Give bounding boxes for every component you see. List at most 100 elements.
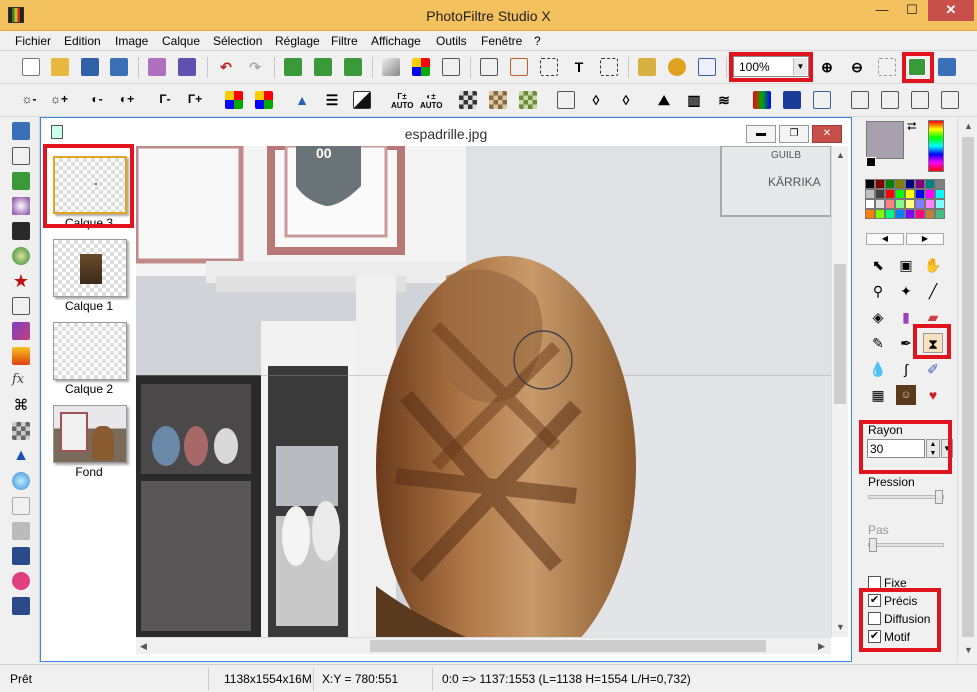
layer-thumb-calque3[interactable] bbox=[53, 156, 127, 214]
purple-gradient-icon[interactable] bbox=[12, 322, 30, 340]
undo-icon[interactable]: ↶ bbox=[217, 59, 235, 77]
fill-tool-icon[interactable]: ◈ bbox=[868, 307, 888, 327]
fit-icon[interactable] bbox=[878, 58, 896, 76]
palette-swatch[interactable] bbox=[865, 199, 875, 209]
palette-swatch[interactable] bbox=[935, 199, 945, 209]
pen-tool-icon[interactable]: ✒ bbox=[896, 333, 916, 353]
vertical-scroll-thumb[interactable] bbox=[834, 264, 846, 404]
script-icon[interactable] bbox=[12, 572, 30, 590]
precis-checkbox[interactable]: ✔ bbox=[868, 594, 881, 607]
layers-stack-icon[interactable] bbox=[881, 91, 899, 109]
text-icon[interactable]: T bbox=[570, 59, 588, 77]
save-icon[interactable] bbox=[81, 58, 99, 76]
copy-image-icon[interactable] bbox=[911, 91, 929, 109]
spray-tool-icon[interactable]: ▮ bbox=[896, 307, 916, 327]
eyedropper-tool-icon[interactable]: ⚲ bbox=[868, 281, 888, 301]
menu-edition[interactable]: Edition bbox=[64, 34, 101, 48]
palette-swatch[interactable] bbox=[905, 189, 915, 199]
emboss-icon[interactable]: ⛰ bbox=[655, 92, 673, 110]
menu-calque[interactable]: Calque bbox=[162, 34, 200, 48]
star-icon[interactable]: ★ bbox=[12, 272, 30, 290]
wave-icon[interactable]: ≋ bbox=[715, 92, 733, 110]
eraser-tool-icon[interactable]: ▰ bbox=[923, 307, 943, 327]
palette-swatch[interactable] bbox=[895, 189, 905, 199]
book-icon[interactable] bbox=[851, 91, 869, 109]
calculator-icon[interactable] bbox=[12, 122, 30, 140]
background-color-swatch[interactable] bbox=[866, 157, 876, 167]
palette-swatch[interactable] bbox=[865, 189, 875, 199]
rayon-dropdown[interactable]: ▼ bbox=[941, 439, 953, 458]
vertical-scrollbar[interactable]: ▲ ▼ bbox=[831, 146, 848, 637]
redo-icon[interactable]: ↷ bbox=[246, 59, 264, 77]
grid-icon[interactable] bbox=[12, 422, 30, 440]
new-file-icon[interactable] bbox=[22, 58, 40, 76]
panel-scroll-thumb[interactable] bbox=[962, 137, 974, 637]
palette-swatch[interactable] bbox=[915, 199, 925, 209]
invert-icon[interactable] bbox=[353, 91, 371, 109]
menu-fenetre[interactable]: Fenêtre bbox=[481, 34, 522, 48]
page-icon[interactable] bbox=[12, 297, 30, 315]
palette-swatch[interactable] bbox=[895, 179, 905, 189]
clone-stamp-tool-icon[interactable]: ⧗ bbox=[923, 333, 943, 353]
line-tool-icon[interactable]: ╱ bbox=[923, 281, 943, 301]
motif-checkbox[interactable]: ✔ bbox=[868, 630, 881, 643]
function-icon[interactable]: fx bbox=[12, 372, 30, 390]
texture-icon[interactable] bbox=[489, 91, 507, 109]
layer-up-icon[interactable] bbox=[284, 58, 302, 76]
resize-icon[interactable] bbox=[600, 58, 618, 76]
histogram-icon[interactable]: ▲ bbox=[12, 447, 30, 465]
layer-tree-icon[interactable] bbox=[638, 58, 656, 76]
horizontal-scrollbar[interactable]: ◀ ▶ bbox=[136, 637, 831, 654]
brightness-minus-icon[interactable]: ☼- bbox=[20, 92, 38, 110]
open-folder-icon[interactable] bbox=[51, 58, 69, 76]
slideshow-icon[interactable] bbox=[938, 58, 956, 76]
menu-selection[interactable]: Sélection bbox=[213, 34, 262, 48]
layer-merge-icon[interactable] bbox=[344, 58, 362, 76]
orange-gradient-icon[interactable] bbox=[12, 347, 30, 365]
palette-swatch[interactable] bbox=[935, 179, 945, 189]
saturation-minus-icon[interactable] bbox=[225, 91, 243, 109]
print-icon[interactable] bbox=[148, 58, 166, 76]
palette-swatch[interactable] bbox=[875, 209, 885, 219]
paste-image-icon[interactable] bbox=[941, 91, 959, 109]
sharpen-icon[interactable]: ◊ bbox=[617, 92, 635, 110]
palette-swatch[interactable] bbox=[935, 209, 945, 219]
layer-thumb-fond[interactable] bbox=[53, 405, 127, 463]
puzzle-icon[interactable] bbox=[668, 58, 686, 76]
selection-icon[interactable] bbox=[540, 58, 558, 76]
frame-icon[interactable] bbox=[557, 91, 575, 109]
palette-swatch[interactable] bbox=[925, 179, 935, 189]
monitor-image-icon[interactable] bbox=[12, 172, 30, 190]
globe-icon[interactable] bbox=[12, 247, 30, 265]
zoom-out-icon[interactable]: ⊖ bbox=[848, 59, 866, 77]
menu-outils[interactable]: Outils bbox=[436, 34, 467, 48]
book-gray-icon[interactable] bbox=[12, 497, 30, 515]
mosaic-icon[interactable] bbox=[459, 91, 477, 109]
contrast-minus-icon[interactable]: ◐- bbox=[88, 92, 106, 110]
menu-filtre[interactable]: Filtre bbox=[331, 34, 358, 48]
brightness-plus-icon[interactable]: ☼+ bbox=[50, 92, 68, 110]
gamma-minus-icon[interactable]: Γ- bbox=[156, 92, 174, 110]
palette-swatch[interactable] bbox=[865, 179, 875, 189]
save-2000-icon[interactable] bbox=[12, 547, 30, 565]
levels-icon[interactable]: ▲ bbox=[293, 92, 311, 110]
layer-down-icon[interactable] bbox=[314, 58, 332, 76]
rgb-icon[interactable] bbox=[753, 91, 771, 109]
drop-icon[interactable]: ◊ bbox=[587, 92, 605, 110]
auto-contrast-icon[interactable]: ◐± AUTO bbox=[420, 92, 443, 110]
film-icon[interactable] bbox=[12, 522, 30, 540]
pression-slider[interactable] bbox=[868, 490, 944, 504]
pattern-icon[interactable] bbox=[519, 91, 537, 109]
palette-swatch[interactable] bbox=[905, 199, 915, 209]
palette-swatch[interactable] bbox=[915, 179, 925, 189]
magic-wand-tool-icon[interactable]: ✦ bbox=[896, 281, 916, 301]
palette-swatch[interactable] bbox=[895, 199, 905, 209]
zoom-in-icon[interactable]: ⊕ bbox=[818, 59, 836, 77]
image-canvas[interactable]: 00 GUILB KÄRRIKA bbox=[136, 146, 831, 637]
menu-reglage[interactable]: Réglage bbox=[275, 34, 320, 48]
palette-swatch[interactable] bbox=[905, 179, 915, 189]
maximize-button[interactable]: ☐ bbox=[898, 0, 926, 21]
sphere-icon[interactable] bbox=[12, 197, 30, 215]
saturation-plus-icon[interactable] bbox=[255, 91, 273, 109]
palette-swatch[interactable] bbox=[915, 209, 925, 219]
